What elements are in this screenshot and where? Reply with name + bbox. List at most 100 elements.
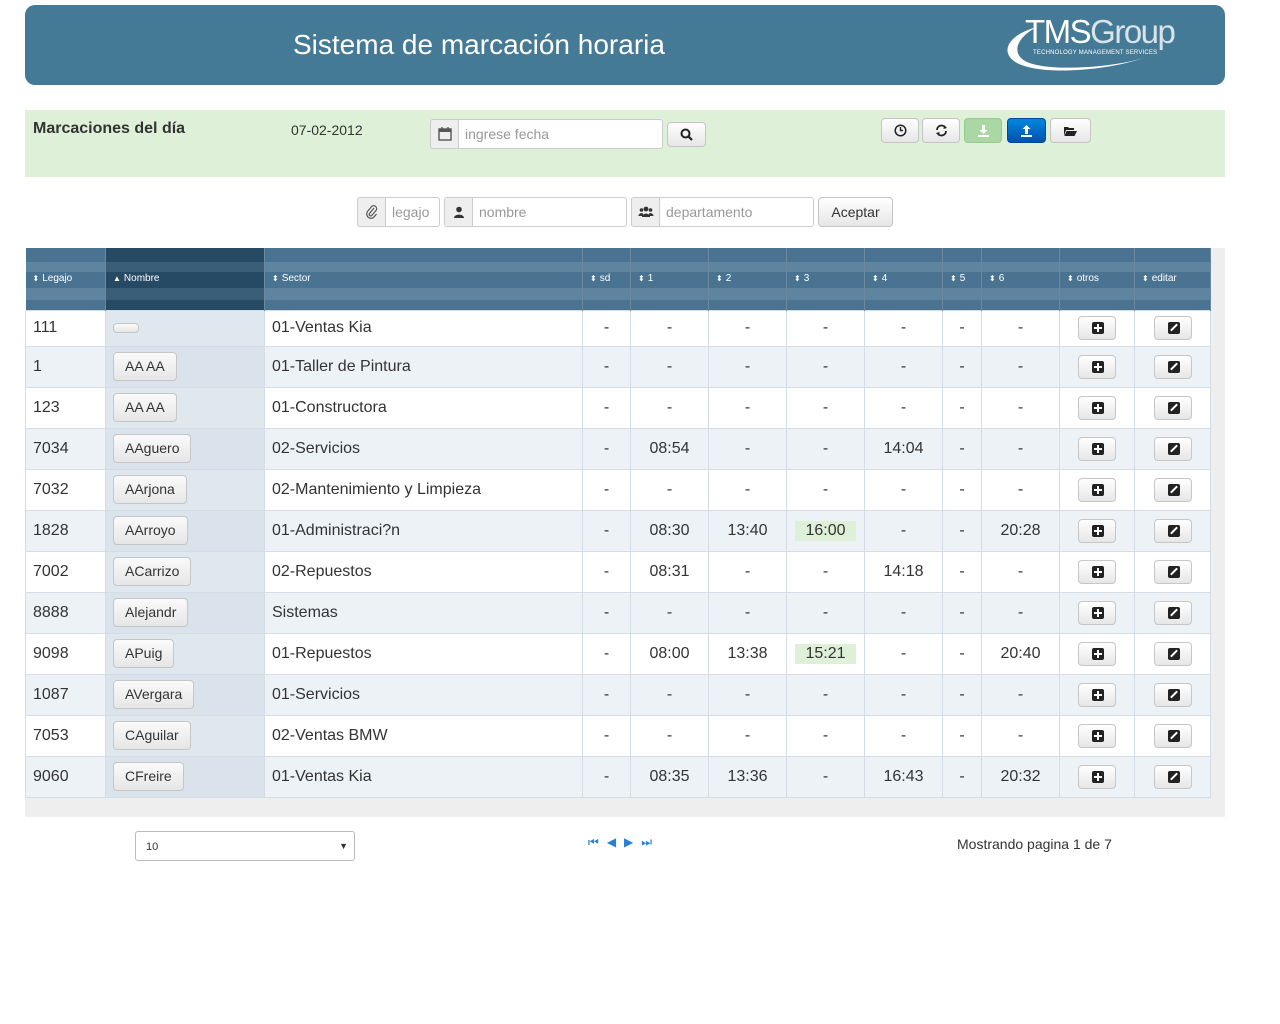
column-header-label: editar (1151, 273, 1177, 285)
edit-row-button[interactable] (1153, 316, 1192, 340)
time-cell-t5: - (942, 591, 982, 634)
column-header-7[interactable]: ⬍ 4 (864, 248, 943, 310)
edit-row-button[interactable] (1153, 600, 1192, 625)
accept-button[interactable]: Aceptar (818, 197, 893, 227)
employee-name-button[interactable] (113, 322, 139, 333)
add-entry-button[interactable] (1078, 559, 1116, 584)
editar-cell (1134, 345, 1211, 388)
employee-name-button[interactable]: AArroyo (113, 516, 188, 545)
edit-row-button[interactable] (1153, 395, 1192, 420)
employee-name-button[interactable]: AAguero (113, 434, 192, 463)
column-header-2[interactable]: ⬍ Sector (264, 248, 583, 310)
sort-icon: ⬍ (950, 274, 957, 284)
nombre-input[interactable] (472, 197, 627, 227)
search-button[interactable] (667, 122, 706, 147)
table-row: 7034 AAguero 02-Servicios -08:54- -14:04- - (25, 427, 1211, 470)
first-page-icon[interactable]: ⏮ (588, 835, 599, 850)
employee-name-button[interactable]: AVergara (113, 680, 195, 709)
time-cell-t6: - (981, 468, 1060, 511)
time-cell-t6: - (981, 550, 1060, 593)
editar-cell (1134, 550, 1211, 593)
sort-icon: ⬍ (272, 274, 279, 284)
add-entry-button[interactable] (1078, 723, 1116, 748)
upload-button[interactable] (1007, 118, 1046, 143)
logo-subtitle: TECHNOLOGY MANAGEMENT SERVICES (1033, 50, 1158, 56)
employee-name-button[interactable]: CAguilar (113, 721, 191, 750)
time-cell-t3: 15:21 (786, 632, 865, 675)
legajo-cell: 1087 (25, 673, 106, 716)
column-header-3[interactable]: ⬍ sd (582, 248, 631, 310)
clock-button[interactable] (881, 118, 919, 143)
edit-row-button[interactable] (1153, 477, 1192, 502)
add-entry-button[interactable] (1078, 395, 1116, 420)
sd-cell: - (582, 673, 631, 716)
column-header-5[interactable]: ⬍ 2 (708, 248, 787, 310)
employee-name-button[interactable]: AArjona (113, 475, 187, 504)
next-page-icon[interactable]: ▶ (624, 835, 633, 850)
nombre-cell: AA AA (105, 345, 265, 388)
employee-name-button[interactable]: Alejandr (113, 598, 189, 627)
edit-row-button[interactable] (1153, 436, 1192, 461)
edit-row-button[interactable] (1153, 682, 1192, 707)
nombre-cell: CAguilar (105, 714, 265, 757)
employee-name-button[interactable]: AA AA (113, 352, 177, 381)
add-entry-button[interactable] (1078, 354, 1116, 379)
add-entry-button[interactable] (1078, 518, 1116, 543)
employee-name-button[interactable]: CFreire (113, 762, 184, 791)
date-input[interactable] (458, 119, 663, 149)
edit-row-button[interactable] (1153, 764, 1192, 789)
last-page-icon[interactable]: ⏭ (641, 835, 652, 850)
column-header-8[interactable]: ⬍ 5 (942, 248, 982, 310)
page-size-select[interactable]: 10 ▼ (135, 831, 355, 861)
edit-row-button[interactable] (1153, 641, 1192, 666)
column-header-0[interactable]: ⬍ Legajo (25, 248, 106, 310)
add-entry-button[interactable] (1078, 600, 1116, 625)
time-cell-t1: - (630, 386, 709, 429)
sort-icon: ⬍ (32, 274, 40, 284)
sector-cell: 01-Constructora (264, 386, 583, 429)
time-cell-t5: - (942, 714, 982, 757)
add-entry-button[interactable] (1078, 764, 1116, 789)
edit-row-button[interactable] (1153, 723, 1192, 748)
legajo-input[interactable] (385, 197, 440, 227)
column-header-label: 2 (725, 273, 732, 285)
employee-name-button[interactable]: AA AA (113, 393, 177, 422)
edit-row-button[interactable] (1153, 354, 1192, 379)
refresh-button[interactable] (922, 118, 960, 143)
column-header-6[interactable]: ⬍ 3 (786, 248, 865, 310)
legajo-cell: 123 (25, 386, 106, 429)
column-header-11[interactable]: ⬍ editar (1134, 248, 1211, 310)
sector-cell: 02-Ventas BMW (264, 714, 583, 757)
departamento-input[interactable] (659, 197, 814, 227)
legajo-cell: 1 (25, 345, 106, 388)
add-entry-button[interactable] (1078, 436, 1116, 461)
prev-page-icon[interactable]: ◀ (607, 835, 616, 850)
sort-asc-icon: ▲ (113, 274, 121, 284)
column-header-label: 1 (647, 273, 654, 285)
column-header-10[interactable]: ⬍ otros (1059, 248, 1135, 310)
nombre-cell: Alejandr (105, 591, 265, 634)
edit-row-button[interactable] (1153, 518, 1192, 543)
time-cell-t5: - (942, 386, 982, 429)
column-header-4[interactable]: ⬍ 1 (630, 248, 709, 310)
time-cell-t6: 20:32 (981, 755, 1060, 798)
sd-cell: - (582, 714, 631, 757)
employee-name-button[interactable]: ACarrizo (113, 557, 192, 586)
column-header-9[interactable]: ⬍ 6 (981, 248, 1060, 310)
open-folder-button[interactable] (1050, 118, 1091, 143)
time-cell-t4: - (864, 345, 943, 388)
add-entry-button[interactable] (1078, 641, 1116, 666)
add-entry-button[interactable] (1078, 316, 1116, 340)
employee-name-button[interactable]: APuig (113, 639, 175, 668)
time-cell-t5: - (942, 632, 982, 675)
otros-cell (1059, 673, 1135, 716)
plus-icon (1092, 770, 1104, 783)
add-entry-button[interactable] (1078, 682, 1116, 707)
column-header-1[interactable]: ▲ Nombre (105, 248, 265, 310)
pencil-icon (1167, 322, 1180, 334)
edit-row-button[interactable] (1153, 559, 1192, 584)
download-button[interactable] (964, 118, 1002, 143)
pencil-icon (1167, 360, 1180, 373)
sector-cell: 02-Repuestos (264, 550, 583, 593)
add-entry-button[interactable] (1078, 477, 1116, 502)
